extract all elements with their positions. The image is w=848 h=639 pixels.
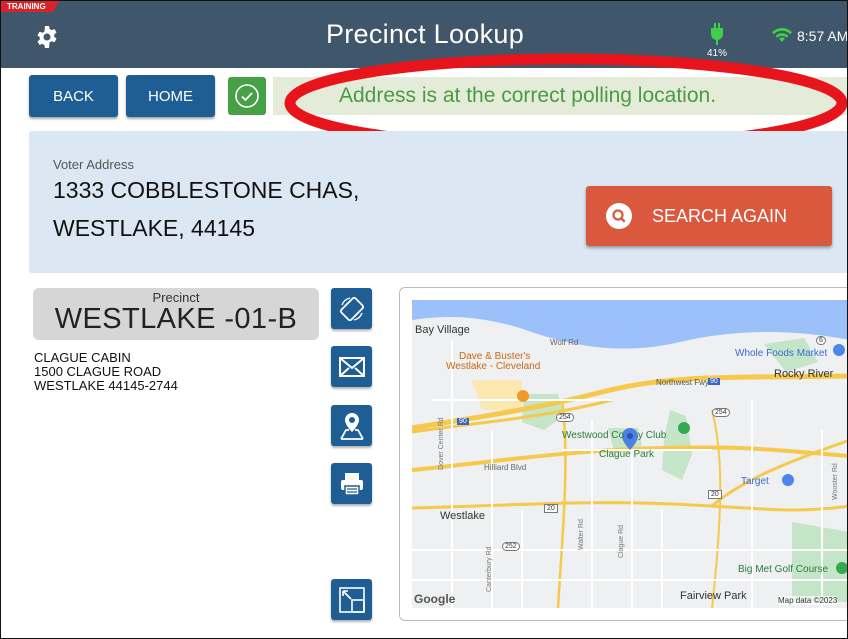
- route-shield: 90: [708, 378, 720, 385]
- map-label: Rocky River: [774, 368, 834, 380]
- map-label: Northwest Fwy: [656, 378, 709, 387]
- route-shield: 6: [816, 336, 826, 345]
- map-view[interactable]: Bay Village Wolf Rd Dave & Buster's West…: [412, 300, 847, 608]
- search-again-button[interactable]: SEARCH AGAIN: [586, 186, 832, 246]
- map-label: Westlake - Cleveland: [446, 361, 541, 372]
- route-shield: 252: [502, 542, 520, 551]
- map-label: Wooster Rd: [832, 463, 839, 500]
- map-label: Clague Park: [599, 449, 655, 460]
- print-button[interactable]: [331, 463, 372, 504]
- map-pin-icon: [339, 412, 364, 440]
- map-label: Westlake: [440, 510, 486, 522]
- polling-location-city: WESTLAKE 44145-2744: [34, 378, 178, 393]
- training-badge: TRAINING: [1, 1, 60, 12]
- route-shield: 254: [712, 408, 730, 417]
- map-label: Dover Center Rd: [438, 417, 445, 470]
- wifi-icon: [772, 27, 792, 42]
- expand-icon: [338, 586, 365, 613]
- directions-button[interactable]: [331, 405, 372, 446]
- route-shield: 20: [708, 490, 722, 499]
- success-indicator: [228, 77, 266, 115]
- polling-location: CLAGUE CABIN 1500 CLAGUE ROAD WESTLAKE 4…: [34, 351, 178, 393]
- check-circle-icon: [235, 84, 259, 108]
- battery-charging-icon: [711, 23, 723, 45]
- map-label: Wolf Rd: [550, 338, 579, 347]
- envelope-icon: [338, 356, 365, 377]
- polling-location-street: 1500 CLAGUE ROAD: [34, 364, 162, 379]
- printer-icon: [340, 472, 363, 496]
- search-again-label: SEARCH AGAIN: [652, 205, 788, 226]
- app-window: TRAINING Precinct Lookup 41% 8:57 AM BAC…: [0, 0, 848, 639]
- email-button[interactable]: [331, 346, 372, 387]
- voter-address-line2: WESTLAKE, 44145: [53, 215, 255, 241]
- map-label: Hilliard Blvd: [484, 463, 527, 472]
- route-shield: 90: [457, 418, 469, 425]
- voter-address-label: Voter Address: [53, 157, 134, 172]
- voter-address-panel: Voter Address 1333 COBBLESTONE CHAS, WES…: [29, 131, 847, 273]
- map-label: Bay Village: [415, 324, 470, 336]
- map-label: y Club: [638, 430, 667, 441]
- search-icon: [606, 203, 632, 229]
- map-frame: Bay Village Wolf Rd Dave & Buster's West…: [399, 287, 847, 621]
- precinct-box: Precinct WESTLAKE -01-B: [33, 288, 319, 340]
- map-label: Target: [741, 476, 769, 487]
- map-label: Westwood Co: [562, 430, 625, 441]
- map-label: Clague Rd: [618, 524, 625, 558]
- google-logo: Google: [414, 592, 456, 606]
- expand-map-button[interactable]: [331, 579, 372, 620]
- back-button[interactable]: BACK: [29, 75, 118, 117]
- home-button[interactable]: HOME: [126, 75, 215, 117]
- map-label: Big Met Golf Course: [738, 564, 829, 575]
- map-label: Canterbury Rd: [486, 546, 493, 592]
- voter-address-line1: 1333 COBBLESTONE CHAS,: [53, 177, 360, 203]
- map-label: Fairview Park: [680, 590, 747, 602]
- rotate-icon: [339, 296, 364, 321]
- route-shield: 20: [544, 504, 558, 513]
- map-label: Walter Rd: [578, 519, 585, 550]
- precinct-name: WESTLAKE -01-B: [54, 303, 298, 335]
- route-shield: 254: [556, 413, 574, 422]
- clock: 8:57 AM: [797, 28, 848, 44]
- map-label: Whole Foods Market: [735, 348, 828, 359]
- polling-location-name: CLAGUE CABIN: [34, 350, 131, 365]
- map-attribution: Map data ©2023: [778, 596, 838, 605]
- rotate-button[interactable]: [331, 288, 372, 329]
